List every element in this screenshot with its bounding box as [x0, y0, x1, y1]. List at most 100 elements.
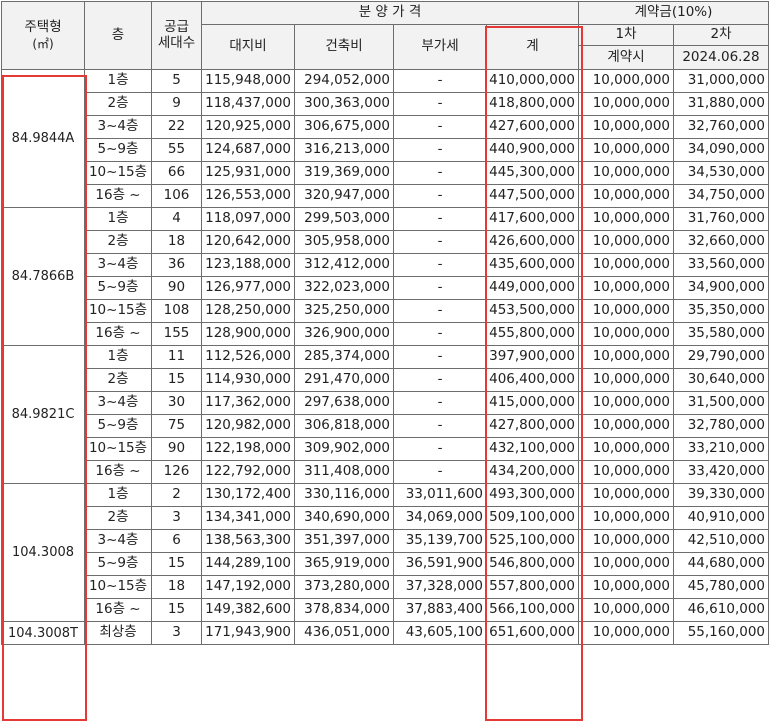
first-deposit-cell: 10,000,000 — [578, 299, 674, 323]
table-row: 3~4층 36 123,188,000 312,412,000-435,600,000… — [2, 253, 769, 277]
first-deposit-cell: 10,000,000 — [578, 184, 674, 208]
table-row: 5~9층 55 124,687,000 316,213,000-440,900,000… — [2, 138, 769, 162]
total-price-cell: 418,800,000 — [486, 92, 579, 116]
floor-cell: 2층 — [84, 230, 152, 254]
header-type: 주택형 (㎡) — [1, 1, 85, 70]
vat-cell: 37,883,400 — [393, 598, 487, 622]
housing-type-cell: 84.7866B — [1, 207, 85, 346]
header-supply-units: 공급 세대수 — [151, 1, 202, 70]
units-cell: 90 — [151, 276, 202, 300]
vat-cell: - — [393, 345, 487, 369]
total-price-cell: 566,100,000 — [486, 598, 579, 622]
first-deposit-cell: 10,000,000 — [578, 161, 674, 185]
units-cell: 3 — [151, 506, 202, 530]
first-deposit-cell: 10,000,000 — [578, 92, 674, 116]
table-row: 10~15층 90 122,198,000 309,902,000-432,100,0… — [2, 437, 769, 461]
total-price-cell: 434,200,000 — [486, 460, 579, 484]
table-row: 10~15층 66 125,931,000 319,369,000-445,300,0… — [2, 161, 769, 185]
building-cost-cell: 305,958,000 — [294, 230, 394, 254]
land-cost-cell: 171,943,900 — [201, 621, 295, 645]
land-cost-cell: 124,687,000 — [201, 138, 295, 162]
second-deposit-cell: 39,330,000 — [673, 483, 769, 507]
land-cost-cell: 134,341,000 — [201, 506, 295, 530]
land-cost-cell: 117,362,000 — [201, 391, 295, 415]
building-cost-cell: 316,213,000 — [294, 138, 394, 162]
floor-cell: 16층 ~ — [84, 598, 152, 622]
units-cell: 15 — [151, 598, 202, 622]
total-price-cell: 397,900,000 — [486, 345, 579, 369]
units-cell: 155 — [151, 322, 202, 346]
table-row: 2층 3 134,341,000 340,690,000 34,069,000 509,1… — [2, 506, 769, 530]
first-deposit-cell: 10,000,000 — [578, 345, 674, 369]
building-cost-cell: 285,374,000 — [294, 345, 394, 369]
second-deposit-cell: 34,090,000 — [673, 138, 769, 162]
land-cost-cell: 126,553,000 — [201, 184, 295, 208]
table-row: 16층 ~126 122,792,000 311,408,000-434,200,0… — [2, 460, 769, 484]
first-deposit-cell: 10,000,000 — [578, 322, 674, 346]
land-cost-cell: 144,289,100 — [201, 552, 295, 576]
vat-cell: - — [393, 161, 487, 185]
housing-type-cell: 84.9821C — [1, 345, 85, 484]
land-cost-cell: 149,382,600 — [201, 598, 295, 622]
total-price-cell: 455,800,000 — [486, 322, 579, 346]
total-price-cell: 493,300,000 — [486, 483, 579, 507]
vat-cell: - — [393, 460, 487, 484]
header-land: 대지비 — [201, 24, 295, 70]
land-cost-cell: 120,982,000 — [201, 414, 295, 438]
units-cell: 18 — [151, 575, 202, 599]
first-deposit-cell: 10,000,000 — [578, 230, 674, 254]
table-row: 16층 ~106 126,553,000 320,947,000-447,500,0… — [2, 184, 769, 208]
land-cost-cell: 126,977,000 — [201, 276, 295, 300]
header-deposit-group: 계약금(10%) — [578, 1, 769, 25]
total-price-cell: 546,800,000 — [486, 552, 579, 576]
floor-cell: 1층 — [84, 69, 152, 93]
first-deposit-cell: 10,000,000 — [578, 276, 674, 300]
vat-cell: - — [393, 207, 487, 231]
building-cost-cell: 291,470,000 — [294, 368, 394, 392]
building-cost-cell: 340,690,000 — [294, 506, 394, 530]
floor-cell: 최상층 — [84, 621, 152, 645]
land-cost-cell: 114,930,000 — [201, 368, 295, 392]
table-row: 10~15층 18 147,192,000 373,280,000 37,328,000… — [2, 575, 769, 599]
vat-cell: - — [393, 230, 487, 254]
building-cost-cell: 297,638,000 — [294, 391, 394, 415]
land-cost-cell: 128,250,000 — [201, 299, 295, 323]
floor-cell: 16층 ~ — [84, 184, 152, 208]
floor-cell: 10~15층 — [84, 161, 152, 185]
table-row: 2층 18 120,642,000 305,958,000-426,600,000 10… — [2, 230, 769, 254]
second-deposit-cell: 32,760,000 — [673, 115, 769, 139]
vat-cell: 37,328,000 — [393, 575, 487, 599]
building-cost-cell: 326,900,000 — [294, 322, 394, 346]
table-row: 5~9층 90 126,977,000 322,023,000-449,000,000… — [2, 276, 769, 300]
units-cell: 66 — [151, 161, 202, 185]
second-deposit-cell: 42,510,000 — [673, 529, 769, 553]
land-cost-cell: 138,563,300 — [201, 529, 295, 553]
vat-cell: - — [393, 184, 487, 208]
first-deposit-cell: 10,000,000 — [578, 483, 674, 507]
second-deposit-cell: 31,760,000 — [673, 207, 769, 231]
land-cost-cell: 120,642,000 — [201, 230, 295, 254]
vat-cell: - — [393, 414, 487, 438]
second-deposit-cell: 33,560,000 — [673, 253, 769, 277]
total-price-cell: 417,600,000 — [486, 207, 579, 231]
total-price-cell: 525,100,000 — [486, 529, 579, 553]
building-cost-cell: 365,919,000 — [294, 552, 394, 576]
floor-cell: 1층 — [84, 345, 152, 369]
vat-cell: - — [393, 391, 487, 415]
table-row: 2층 9 118,437,000 300,363,000-418,800,000 10,… — [2, 92, 769, 116]
vat-cell: 34,069,000 — [393, 506, 487, 530]
first-deposit-cell: 10,000,000 — [578, 115, 674, 139]
second-deposit-cell: 40,910,000 — [673, 506, 769, 530]
land-cost-cell: 122,792,000 — [201, 460, 295, 484]
header-supply-label: 공급 — [164, 18, 189, 35]
first-deposit-cell: 10,000,000 — [578, 69, 674, 93]
total-price-cell: 406,400,000 — [486, 368, 579, 392]
vat-cell: - — [393, 115, 487, 139]
floor-cell: 5~9층 — [84, 276, 152, 300]
building-cost-cell: 311,408,000 — [294, 460, 394, 484]
header-type-label: 주택형 — [24, 18, 62, 35]
header-type-unit: (㎡) — [32, 37, 54, 52]
land-cost-cell: 120,925,000 — [201, 115, 295, 139]
vat-cell: - — [393, 322, 487, 346]
table-row: 5~9층 75 120,982,000 306,818,000-427,800,000… — [2, 414, 769, 438]
